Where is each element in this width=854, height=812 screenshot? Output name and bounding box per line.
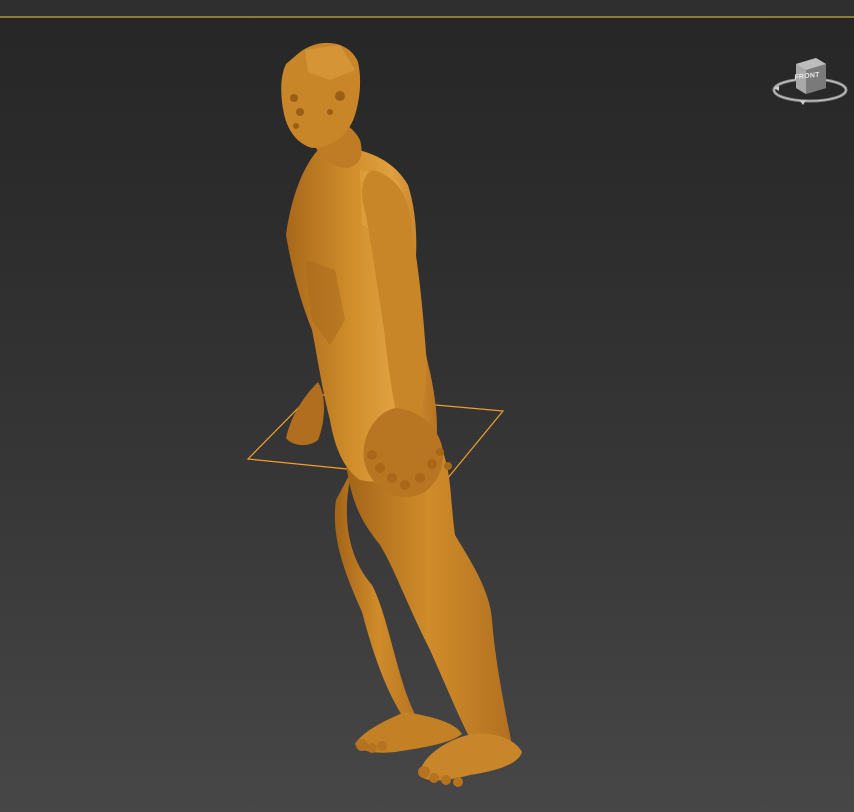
perspective-viewport[interactable]: FRONT [0, 0, 854, 812]
mesh-back-hand [286, 382, 324, 446]
scene-canvas[interactable] [0, 0, 854, 812]
human-mesh-model[interactable] [281, 42, 522, 787]
viewcube-icon[interactable] [770, 50, 850, 112]
